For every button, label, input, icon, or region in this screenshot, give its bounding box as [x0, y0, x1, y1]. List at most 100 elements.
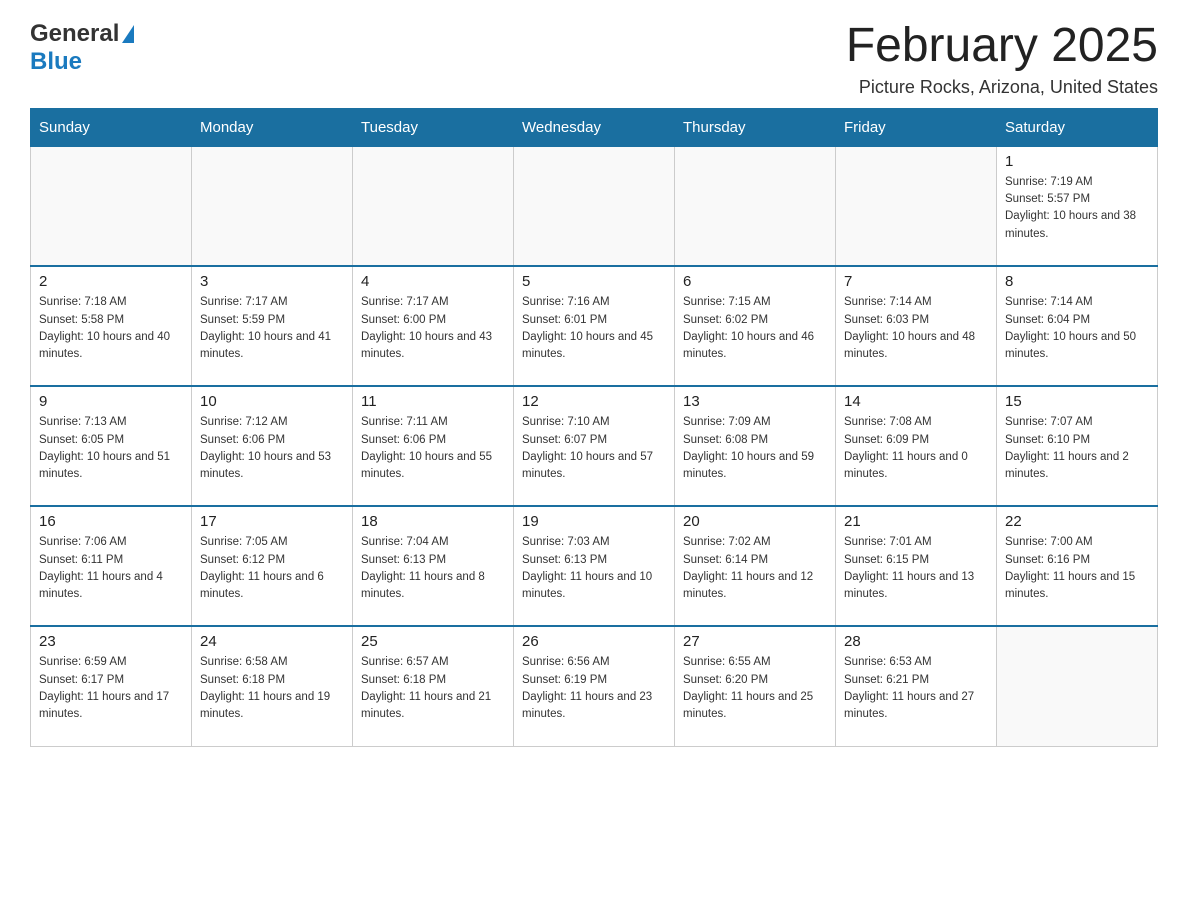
day-number: 17 [200, 513, 344, 530]
calendar-cell: 6 Sunrise: 7:15 AMSunset: 6:02 PMDaylight… [675, 266, 836, 386]
calendar-cell: 26 Sunrise: 6:56 AMSunset: 6:19 PMDayligh… [514, 626, 675, 746]
calendar-cell: 28Sunrise: 6:53 AMSunset: 6:21 PMDayligh… [836, 626, 997, 746]
calendar-cell: 1 Sunrise: 7:19 AMSunset: 5:57 PMDaylight… [997, 146, 1158, 266]
calendar-cell: 21 Sunrise: 7:01 AMSunset: 6:15 PMDayligh… [836, 506, 997, 626]
day-number: 25 [361, 633, 505, 650]
calendar-cell: 13Sunrise: 7:09 AMSunset: 6:08 PMDayligh… [675, 386, 836, 506]
day-info: Sunrise: 7:18 AMSunset: 5:58 PMDaylight:… [39, 294, 183, 363]
day-number: 8 [1005, 273, 1149, 290]
day-info: Sunrise: 6:59 AMSunset: 6:17 PMDaylight:… [39, 654, 183, 723]
calendar-cell [514, 146, 675, 266]
calendar-cell: 27Sunrise: 6:55 AMSunset: 6:20 PMDayligh… [675, 626, 836, 746]
calendar-cell: 15 Sunrise: 7:07 AMSunset: 6:10 PMDayligh… [997, 386, 1158, 506]
day-info: Sunrise: 7:06 AMSunset: 6:11 PMDaylight:… [39, 534, 183, 603]
day-number: 14 [844, 393, 988, 410]
header-row: SundayMondayTuesdayWednesdayThursdayFrid… [31, 108, 1158, 146]
day-number: 6 [683, 273, 827, 290]
day-number: 11 [361, 393, 505, 410]
day-info: Sunrise: 7:12 AMSunset: 6:06 PMDaylight:… [200, 414, 344, 483]
day-info: Sunrise: 6:56 AMSunset: 6:19 PMDaylight:… [522, 654, 666, 723]
calendar-cell [192, 146, 353, 266]
day-number: 28 [844, 633, 988, 650]
day-number: 1 [1005, 153, 1149, 170]
calendar-cell: 5 Sunrise: 7:16 AMSunset: 6:01 PMDaylight… [514, 266, 675, 386]
day-number: 10 [200, 393, 344, 410]
week-row-4: 16 Sunrise: 7:06 AMSunset: 6:11 PMDayligh… [31, 506, 1158, 626]
day-info: Sunrise: 7:04 AMSunset: 6:13 PMDaylight:… [361, 534, 505, 603]
day-number: 20 [683, 513, 827, 530]
calendar-cell: 18 Sunrise: 7:04 AMSunset: 6:13 PMDayligh… [353, 506, 514, 626]
day-number: 12 [522, 393, 666, 410]
day-number: 13 [683, 393, 827, 410]
calendar-cell [31, 146, 192, 266]
calendar-cell: 17 Sunrise: 7:05 AMSunset: 6:12 PMDayligh… [192, 506, 353, 626]
calendar-cell: 3 Sunrise: 7:17 AMSunset: 5:59 PMDaylight… [192, 266, 353, 386]
day-info: Sunrise: 6:55 AMSunset: 6:20 PMDaylight:… [683, 654, 827, 723]
calendar-cell: 2 Sunrise: 7:18 AMSunset: 5:58 PMDaylight… [31, 266, 192, 386]
day-number: 18 [361, 513, 505, 530]
calendar-cell [997, 626, 1158, 746]
month-title: February 2025 [846, 20, 1158, 73]
day-info: Sunrise: 6:57 AMSunset: 6:18 PMDaylight:… [361, 654, 505, 723]
calendar-cell: 16 Sunrise: 7:06 AMSunset: 6:11 PMDayligh… [31, 506, 192, 626]
day-info: Sunrise: 7:17 AMSunset: 6:00 PMDaylight:… [361, 294, 505, 363]
day-number: 2 [39, 273, 183, 290]
day-info: Sunrise: 7:01 AMSunset: 6:15 PMDaylight:… [844, 534, 988, 603]
day-header-tuesday: Tuesday [353, 108, 514, 146]
calendar-cell: 4 Sunrise: 7:17 AMSunset: 6:00 PMDaylight… [353, 266, 514, 386]
day-info: Sunrise: 7:15 AMSunset: 6:02 PMDaylight:… [683, 294, 827, 363]
day-info: Sunrise: 7:13 AMSunset: 6:05 PMDaylight:… [39, 414, 183, 483]
day-info: Sunrise: 7:14 AMSunset: 6:04 PMDaylight:… [1005, 294, 1149, 363]
logo-blue: Blue [30, 48, 82, 75]
day-info: Sunrise: 7:14 AMSunset: 6:03 PMDaylight:… [844, 294, 988, 363]
calendar-cell [836, 146, 997, 266]
day-number: 19 [522, 513, 666, 530]
title-area: February 2025 Picture Rocks, Arizona, Un… [846, 20, 1158, 98]
logo: General Blue [30, 20, 134, 76]
calendar-cell: 23 Sunrise: 6:59 AMSunset: 6:17 PMDayligh… [31, 626, 192, 746]
day-header-wednesday: Wednesday [514, 108, 675, 146]
location: Picture Rocks, Arizona, United States [846, 77, 1158, 98]
day-header-sunday: Sunday [31, 108, 192, 146]
day-info: Sunrise: 7:08 AMSunset: 6:09 PMDaylight:… [844, 414, 988, 483]
day-info: Sunrise: 6:58 AMSunset: 6:18 PMDaylight:… [200, 654, 344, 723]
day-number: 16 [39, 513, 183, 530]
calendar-cell: 19Sunrise: 7:03 AMSunset: 6:13 PMDayligh… [514, 506, 675, 626]
day-number: 15 [1005, 393, 1149, 410]
day-number: 4 [361, 273, 505, 290]
day-header-saturday: Saturday [997, 108, 1158, 146]
day-header-friday: Friday [836, 108, 997, 146]
calendar-cell: 24Sunrise: 6:58 AMSunset: 6:18 PMDayligh… [192, 626, 353, 746]
calendar-cell: 9 Sunrise: 7:13 AMSunset: 6:05 PMDaylight… [31, 386, 192, 506]
calendar-cell: 22Sunrise: 7:00 AMSunset: 6:16 PMDayligh… [997, 506, 1158, 626]
day-info: Sunrise: 7:07 AMSunset: 6:10 PMDaylight:… [1005, 414, 1149, 483]
day-number: 9 [39, 393, 183, 410]
calendar-cell [353, 146, 514, 266]
calendar-cell: 11Sunrise: 7:11 AMSunset: 6:06 PMDayligh… [353, 386, 514, 506]
day-info: Sunrise: 7:17 AMSunset: 5:59 PMDaylight:… [200, 294, 344, 363]
logo-general: General [30, 20, 119, 48]
week-row-3: 9 Sunrise: 7:13 AMSunset: 6:05 PMDaylight… [31, 386, 1158, 506]
day-number: 5 [522, 273, 666, 290]
calendar-cell: 14 Sunrise: 7:08 AMSunset: 6:09 PMDayligh… [836, 386, 997, 506]
day-number: 3 [200, 273, 344, 290]
day-header-thursday: Thursday [675, 108, 836, 146]
day-number: 26 [522, 633, 666, 650]
day-number: 23 [39, 633, 183, 650]
calendar-cell: 10 Sunrise: 7:12 AMSunset: 6:06 PMDayligh… [192, 386, 353, 506]
day-info: Sunrise: 7:05 AMSunset: 6:12 PMDaylight:… [200, 534, 344, 603]
page-header: General Blue February 2025 Picture Rocks… [30, 20, 1158, 98]
day-number: 21 [844, 513, 988, 530]
week-row-2: 2 Sunrise: 7:18 AMSunset: 5:58 PMDaylight… [31, 266, 1158, 386]
day-info: Sunrise: 7:16 AMSunset: 6:01 PMDaylight:… [522, 294, 666, 363]
day-number: 7 [844, 273, 988, 290]
day-info: Sunrise: 7:10 AMSunset: 6:07 PMDaylight:… [522, 414, 666, 483]
calendar-cell: 12 Sunrise: 7:10 AMSunset: 6:07 PMDayligh… [514, 386, 675, 506]
calendar-cell [675, 146, 836, 266]
logo-triangle-icon [122, 25, 134, 43]
day-info: Sunrise: 7:02 AMSunset: 6:14 PMDaylight:… [683, 534, 827, 603]
calendar-cell: 8 Sunrise: 7:14 AMSunset: 6:04 PMDaylight… [997, 266, 1158, 386]
day-header-monday: Monday [192, 108, 353, 146]
week-row-5: 23 Sunrise: 6:59 AMSunset: 6:17 PMDayligh… [31, 626, 1158, 746]
day-info: Sunrise: 7:19 AMSunset: 5:57 PMDaylight:… [1005, 174, 1149, 243]
